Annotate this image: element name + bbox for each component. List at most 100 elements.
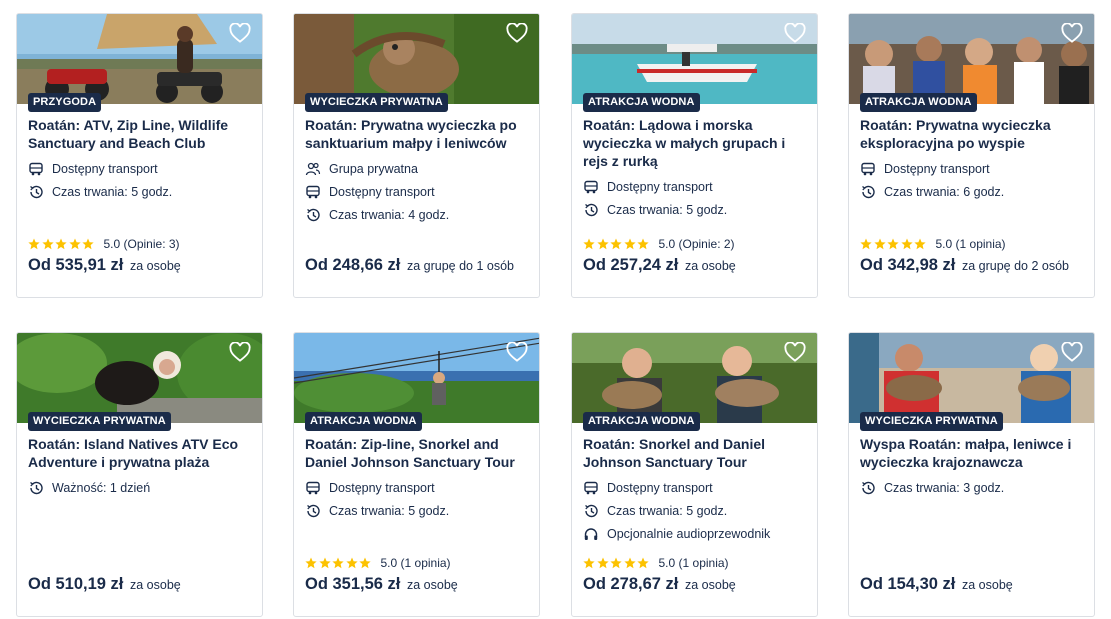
activity-title[interactable]: Roatán: Prywatna wycieczka eksploracyjna… <box>860 116 1085 152</box>
price-suffix: za osobę <box>684 578 736 592</box>
rating: 5.0 (Opinie: 3) <box>28 237 180 251</box>
star-icon <box>623 238 636 250</box>
price: Od 257,24 zł za osobę <box>583 256 736 275</box>
star-icon <box>596 557 609 569</box>
feature-text: Czas trwania: 4 godz. <box>329 207 450 222</box>
duration-icon <box>30 481 43 494</box>
rating: 5.0 (1 opinia) <box>860 237 1006 251</box>
star-icon <box>68 238 81 250</box>
activity-title[interactable]: Roatán: Snorkel and Daniel Johnson Sanct… <box>583 435 808 471</box>
price: Od 342,98 zł za grupę do 2 osób <box>860 256 1069 275</box>
price: Od 248,66 zł za grupę do 1 osób <box>305 256 514 275</box>
feature-item: Ważność: 1 dzień <box>28 476 253 499</box>
wishlist-heart-icon[interactable] <box>1061 342 1083 362</box>
star-rating <box>583 557 651 569</box>
feature-list: Dostępny transport Czas trwania: 5 godz. <box>305 476 530 522</box>
price-amount: Od 248,66 zł <box>305 256 401 274</box>
price-suffix: za osobę <box>961 578 1013 592</box>
duration-icon <box>585 203 598 216</box>
activity-card[interactable]: WYCIECZKA PRYWATNA Wyspa Roatán: małpa, … <box>848 332 1095 617</box>
activity-card[interactable]: PRZYGODA Roatán: ATV, Zip Line, Wildlife… <box>16 13 263 298</box>
duration-icon <box>307 504 320 517</box>
price-suffix: za osobę <box>406 578 458 592</box>
category-badge: PRZYGODA <box>28 93 102 112</box>
price: Od 154,30 zł za osobę <box>860 575 1013 594</box>
wishlist-heart-icon[interactable] <box>1061 23 1083 43</box>
price: Od 510,19 zł za osobę <box>28 575 181 594</box>
star-icon <box>596 238 609 250</box>
activity-photo-group[interactable] <box>849 14 1094 104</box>
category-badge: WYCIECZKA PRYWATNA <box>860 412 1003 431</box>
price: Od 278,67 zł za osobę <box>583 575 736 594</box>
feature-item: Dostępny transport <box>28 157 253 180</box>
rating: 5.0 (1 opinia) <box>583 556 729 570</box>
activity-title[interactable]: Wyspa Roatán: małpa, leniwce i wycieczka… <box>860 435 1085 471</box>
feature-text: Czas trwania: 5 godz. <box>329 503 450 518</box>
activity-photo-sloth-holding[interactable] <box>572 333 817 423</box>
category-badge: WYCIECZKA PRYWATNA <box>28 412 171 431</box>
price-suffix: za grupę do 2 osób <box>961 259 1070 273</box>
feature-item: Czas trwania: 6 godz. <box>860 180 1085 203</box>
feature-list: Dostępny transport Czas trwania: 5 godz.… <box>583 476 808 545</box>
activity-photo-sloth[interactable] <box>294 14 539 104</box>
category-badge: ATRAKCJA WODNA <box>305 412 422 431</box>
activity-photo-atv-beach[interactable] <box>17 14 262 104</box>
feature-item: Grupa prywatna <box>305 157 530 180</box>
duration-icon <box>862 481 875 494</box>
star-icon <box>887 238 899 250</box>
category-badge: ATRAKCJA WODNA <box>583 93 700 112</box>
feature-item: Dostępny transport <box>305 180 530 203</box>
feature-text: Dostępny transport <box>607 179 713 194</box>
category-badge: ATRAKCJA WODNA <box>583 412 700 431</box>
star-icon <box>623 557 636 569</box>
price-amount: Od 257,24 zł <box>583 256 679 274</box>
feature-list: Ważność: 1 dzień <box>28 476 253 499</box>
feature-text: Dostępny transport <box>329 184 435 199</box>
activity-title[interactable]: Roatán: ATV, Zip Line, Wildlife Sanctuar… <box>28 116 253 152</box>
activity-card[interactable]: WYCIECZKA PRYWATNA Roatán: Prywatna wyci… <box>293 13 540 298</box>
duration-icon <box>585 504 598 517</box>
wishlist-heart-icon[interactable] <box>229 23 251 43</box>
feature-item: Czas trwania: 5 godz. <box>305 499 530 522</box>
price: Od 351,56 zł za osobę <box>305 575 458 594</box>
activity-title[interactable]: Roatán: Island Natives ATV Eco Adventure… <box>28 435 253 471</box>
star-rating <box>583 238 651 250</box>
wishlist-heart-icon[interactable] <box>784 23 806 43</box>
activity-card[interactable]: WYCIECZKA PRYWATNA Roatán: Island Native… <box>16 332 263 617</box>
star-icon <box>637 557 649 569</box>
feature-text: Dostępny transport <box>607 480 713 495</box>
wishlist-heart-icon[interactable] <box>506 23 528 43</box>
category-badge: WYCIECZKA PRYWATNA <box>305 93 448 112</box>
activity-photo-monkey[interactable] <box>17 333 262 423</box>
activity-photo-sloth-tourists[interactable] <box>849 333 1094 423</box>
activity-card[interactable]: ATRAKCJA WODNA Roatán: Snorkel and Danie… <box>571 332 818 617</box>
activity-photo-boat[interactable] <box>572 14 817 104</box>
activity-photo-zipline[interactable] <box>294 333 539 423</box>
activity-card[interactable]: ATRAKCJA WODNA Roatán: Lądowa i morska w… <box>571 13 818 298</box>
star-icon <box>914 238 926 250</box>
rating-text: 5.0 (1 opinia) <box>380 556 451 570</box>
feature-item: Dostępny transport <box>583 476 808 499</box>
feature-text: Ważność: 1 dzień <box>52 480 151 495</box>
star-icon <box>583 238 595 250</box>
wishlist-heart-icon[interactable] <box>229 342 251 362</box>
price-amount: Od 351,56 zł <box>305 575 401 593</box>
activity-title[interactable]: Roatán: Prywatna wycieczka po sanktuariu… <box>305 116 530 152</box>
bus-icon <box>29 162 43 175</box>
wishlist-heart-icon[interactable] <box>506 342 528 362</box>
activity-title[interactable]: Roatán: Lądowa i morska wycieczka w mały… <box>583 116 808 170</box>
star-rating <box>28 238 96 250</box>
star-rating <box>305 557 373 569</box>
feature-item: Czas trwania: 5 godz. <box>28 180 253 203</box>
feature-text: Czas trwania: 5 godz. <box>607 202 728 217</box>
activity-card[interactable]: ATRAKCJA WODNA Roatán: Zip-line, Snorkel… <box>293 332 540 617</box>
feature-list: Czas trwania: 3 godz. <box>860 476 1085 499</box>
activity-card[interactable]: ATRAKCJA WODNA Roatán: Prywatna wycieczk… <box>848 13 1095 298</box>
star-icon <box>345 557 358 569</box>
price-amount: Od 154,30 zł <box>860 575 956 593</box>
feature-text: Dostępny transport <box>884 161 990 176</box>
wishlist-heart-icon[interactable] <box>784 342 806 362</box>
bus-icon <box>306 481 320 494</box>
activity-title[interactable]: Roatán: Zip-line, Snorkel and Daniel Joh… <box>305 435 530 471</box>
feature-list: Grupa prywatna Dostępny transport Czas t… <box>305 157 530 226</box>
